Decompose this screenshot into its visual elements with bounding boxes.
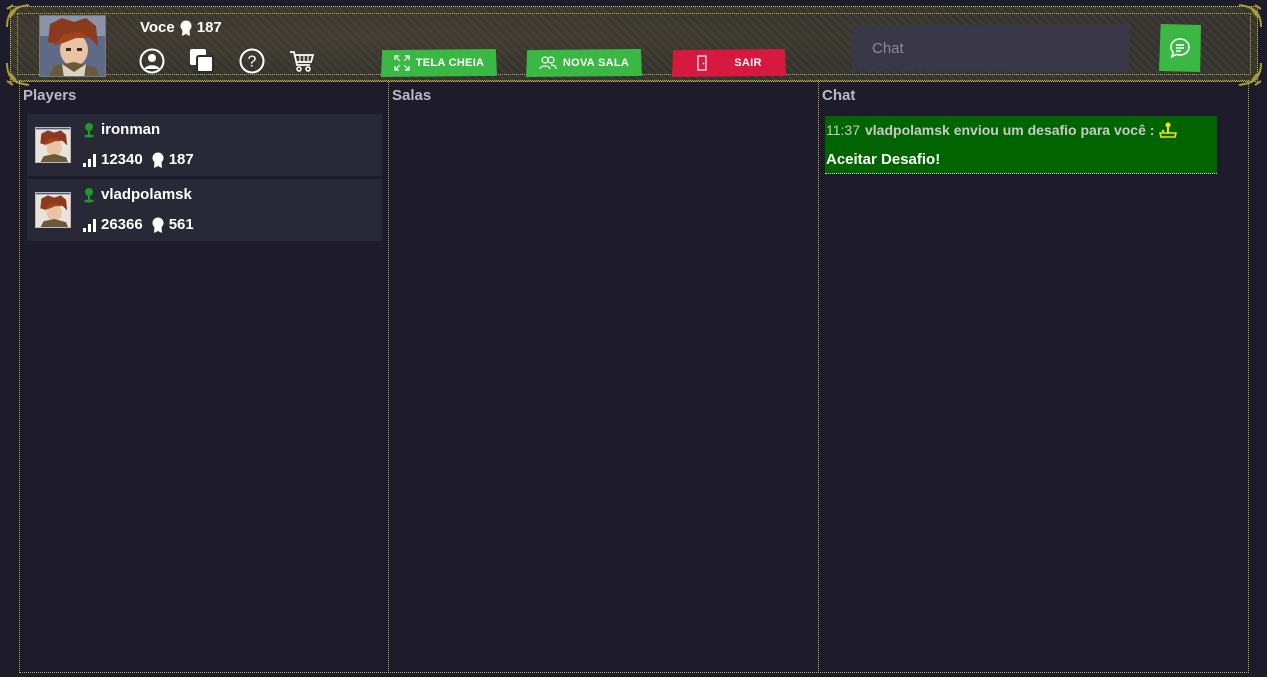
player-stats: 12340 187 [83, 151, 194, 168]
ornament-corner-icon [6, 4, 30, 28]
user-avatar[interactable] [39, 15, 106, 77]
players-panel: Players ironman 12340 187 vladpolamsk 26… [19, 80, 389, 673]
joystick-icon [1159, 122, 1178, 138]
svg-text:?: ? [248, 54, 257, 71]
player-name-row: vladpolamsk [83, 186, 192, 203]
profile-button[interactable] [139, 48, 165, 74]
player-avatar [35, 127, 71, 163]
online-status-icon [84, 122, 94, 137]
player-stats: 26366 561 [83, 216, 194, 233]
player-name: ironman [101, 121, 161, 138]
ornament-corner-icon [1238, 4, 1262, 28]
player-rating: 26366 [101, 216, 143, 233]
user-medal-count: 187 [196, 19, 222, 36]
medal-icon [152, 152, 164, 168]
challenge-message: 11:37 vladpolamsk enviou um desafio para… [825, 116, 1217, 174]
expand-icon [394, 55, 410, 71]
medal-icon [152, 217, 164, 233]
help-button[interactable]: ? [239, 48, 265, 74]
chat-title: Chat [822, 87, 856, 104]
exit-label: SAIR [734, 57, 762, 69]
new-room-button[interactable]: NOVA SALA [526, 49, 642, 77]
avatar-portrait-icon [36, 129, 70, 162]
user-info: Voce 187 [140, 19, 222, 36]
new-room-label: NOVA SALA [562, 57, 630, 69]
chat-panel: Chat 11:37 vladpolamsk enviou um desafio… [818, 80, 1249, 673]
cart-icon [290, 51, 315, 72]
windows-icon [190, 49, 214, 73]
player-rating: 12340 [101, 151, 143, 168]
player-card[interactable]: ironman 12340 187 [27, 114, 382, 176]
player-medals: 561 [168, 216, 194, 233]
top-bar: Voce 187 ? TELA CHEIA NOVA SALA SAIR Cha… [6, 4, 1262, 86]
challenge-message-text: 11:37 vladpolamsk enviou um desafio para… [826, 122, 1178, 138]
rooms-panel: Salas [388, 80, 819, 673]
fullscreen-label: TELA CHEIA [415, 57, 485, 69]
door-icon [697, 55, 707, 71]
signal-bars-icon [83, 218, 96, 232]
player-avatar [35, 192, 71, 228]
avatar-portrait-icon [40, 16, 105, 76]
windows-button[interactable] [189, 48, 215, 74]
chat-bubble-icon [1170, 38, 1190, 58]
chat-send-button[interactable] [1159, 24, 1201, 72]
chat-input[interactable] [852, 24, 1131, 72]
player-name: vladpolamsk [101, 186, 192, 203]
online-status-icon [84, 187, 94, 202]
user-name: Voce [140, 19, 175, 36]
user-circle-icon [139, 48, 165, 74]
help-icon: ? [239, 48, 265, 74]
accept-challenge-link[interactable]: Aceitar Desafio! [826, 151, 940, 168]
player-name-row: ironman [83, 121, 160, 138]
avatar-portrait-icon [36, 194, 70, 227]
shop-button[interactable] [289, 48, 315, 74]
fullscreen-button[interactable]: TELA CHEIA [381, 49, 497, 77]
medal-icon [180, 20, 192, 36]
player-card[interactable]: vladpolamsk 26366 561 [27, 179, 382, 241]
rooms-title: Salas [392, 87, 432, 104]
users-icon [539, 56, 557, 70]
header-icon-bar: ? [139, 48, 315, 74]
signal-bars-icon [83, 153, 96, 167]
players-title: Players [23, 87, 77, 104]
exit-button[interactable]: SAIR [672, 49, 786, 77]
message-text: vladpolamsk enviou um desafio para você … [865, 122, 1155, 138]
player-medals: 187 [168, 151, 194, 168]
message-time: 11:37 [826, 122, 860, 138]
